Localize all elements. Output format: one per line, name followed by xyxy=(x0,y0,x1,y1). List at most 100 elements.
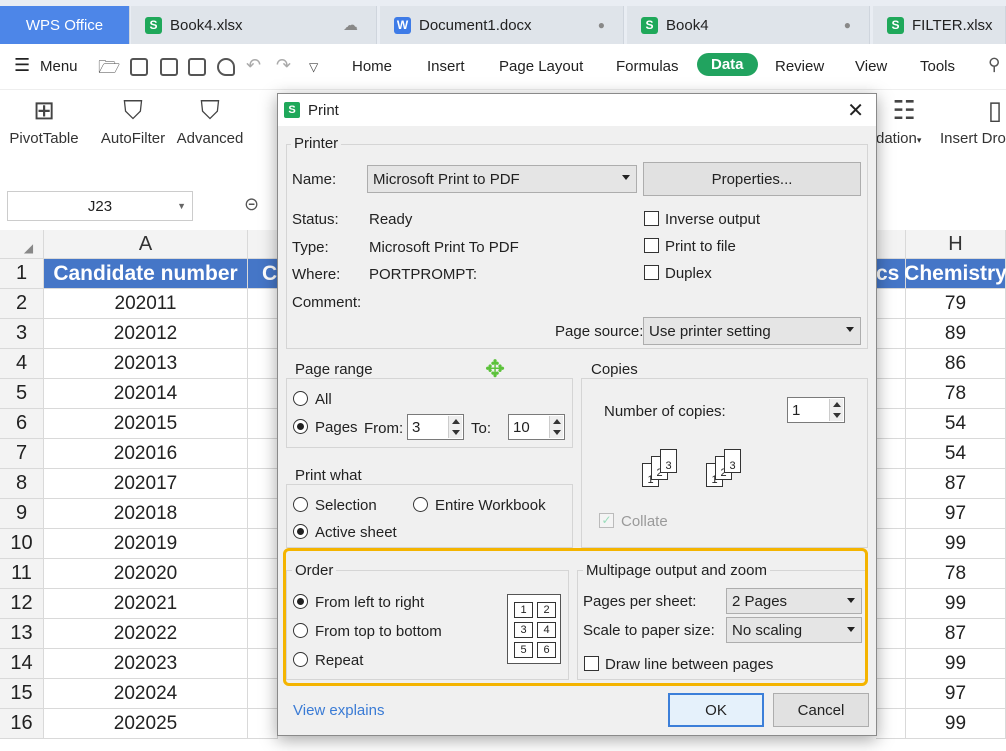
table-cell[interactable] xyxy=(248,409,278,439)
candidate-number-cell[interactable]: 202019 xyxy=(44,529,248,559)
menu-tools[interactable]: Tools xyxy=(920,58,955,75)
print-to-file-checkbox[interactable] xyxy=(644,238,659,253)
table-cell[interactable] xyxy=(248,349,278,379)
table-cell[interactable] xyxy=(876,709,906,739)
table-cell[interactable] xyxy=(876,499,906,529)
row-header[interactable]: 6 xyxy=(0,409,44,439)
row-header[interactable]: 14 xyxy=(0,649,44,679)
table-cell[interactable] xyxy=(876,649,906,679)
table-cell[interactable] xyxy=(248,559,278,589)
insert-dropdown-button[interactable]: ▯ Insert Dro xyxy=(940,90,1006,147)
table-cell[interactable] xyxy=(248,319,278,349)
table-cell[interactable] xyxy=(248,439,278,469)
column-header-h[interactable]: H xyxy=(906,230,1006,259)
tab-book4-xlsx[interactable]: S Book4.xlsx ☁ xyxy=(131,6,377,44)
candidate-number-cell[interactable]: 202011 xyxy=(44,289,248,319)
entire-workbook-label[interactable]: Entire Workbook xyxy=(435,497,546,514)
zoom-icon[interactable]: ⊝ xyxy=(244,194,259,215)
selection-radio[interactable] xyxy=(293,497,308,512)
save-icon[interactable] xyxy=(130,58,148,76)
chemistry-cell[interactable]: 99 xyxy=(906,589,1006,619)
print-to-file-label[interactable]: Print to file xyxy=(665,238,736,255)
menu-home[interactable]: Home xyxy=(352,58,392,75)
table-cell[interactable] xyxy=(248,649,278,679)
spinner-arrows-icon[interactable] xyxy=(448,416,462,438)
chemistry-cell[interactable]: 54 xyxy=(906,439,1006,469)
menu-formulas[interactable]: Formulas xyxy=(616,58,679,75)
chemistry-cell[interactable]: 99 xyxy=(906,529,1006,559)
chemistry-cell[interactable]: 87 xyxy=(906,619,1006,649)
redo-icon[interactable]: ↷ xyxy=(276,55,291,76)
candidate-number-cell[interactable]: 202012 xyxy=(44,319,248,349)
to-page-spinner[interactable]: 10 xyxy=(508,414,565,440)
tab-wps-office[interactable]: WPS Office xyxy=(0,6,130,44)
range-all-label[interactable]: All xyxy=(315,391,332,408)
table-cell[interactable] xyxy=(876,559,906,589)
row-header[interactable]: 2 xyxy=(0,289,44,319)
range-pages-radio[interactable] xyxy=(293,419,308,434)
column-header-b[interactable] xyxy=(248,230,278,259)
collate-checkbox[interactable]: ✓ xyxy=(599,513,614,528)
table-cell[interactable] xyxy=(248,289,278,319)
open-folder-icon[interactable]: 🗁 xyxy=(98,55,120,85)
menu-button[interactable]: Menu xyxy=(40,58,78,75)
candidate-number-cell[interactable]: 202015 xyxy=(44,409,248,439)
tab-filter-xlsx[interactable]: S FILTER.xlsx xyxy=(873,6,1006,44)
table-cell[interactable] xyxy=(876,439,906,469)
menu-view[interactable]: View xyxy=(855,58,887,75)
candidate-number-cell[interactable]: 202018 xyxy=(44,499,248,529)
select-all-corner[interactable]: ◢ xyxy=(0,230,44,259)
header-cell-partial[interactable]: cs xyxy=(876,259,906,289)
menu-page-layout[interactable]: Page Layout xyxy=(499,58,583,75)
close-icon[interactable]: ✕ xyxy=(847,98,864,123)
spinner-arrows-icon[interactable] xyxy=(829,399,843,421)
autofilter-button[interactable]: ⛉ AutoFilter xyxy=(98,90,168,147)
view-explains-link[interactable]: View explains xyxy=(293,702,384,719)
table-cell[interactable] xyxy=(876,469,906,499)
advanced-filter-button[interactable]: ⛉ Advanced xyxy=(176,90,244,147)
row-header[interactable]: 12 xyxy=(0,589,44,619)
candidate-number-cell[interactable]: 202024 xyxy=(44,679,248,709)
selection-label[interactable]: Selection xyxy=(315,497,377,514)
table-cell[interactable] xyxy=(248,529,278,559)
export-pdf-icon[interactable] xyxy=(160,58,178,76)
table-cell[interactable] xyxy=(248,499,278,529)
search-icon[interactable]: ⚲ xyxy=(988,55,1000,75)
candidate-number-cell[interactable]: 202020 xyxy=(44,559,248,589)
table-cell[interactable] xyxy=(876,379,906,409)
name-box[interactable]: J23 ▼ xyxy=(7,191,193,221)
chemistry-cell[interactable]: 99 xyxy=(906,649,1006,679)
row-header[interactable]: 4 xyxy=(0,349,44,379)
print-preview-icon[interactable] xyxy=(217,58,235,76)
tab-document1-docx[interactable]: W Document1.docx ● xyxy=(380,6,624,44)
table-cell[interactable] xyxy=(876,619,906,649)
chemistry-cell[interactable]: 79 xyxy=(906,289,1006,319)
row-header[interactable]: 16 xyxy=(0,709,44,739)
active-sheet-label[interactable]: Active sheet xyxy=(315,524,397,541)
pivottable-button[interactable]: ⊞ PivotTable xyxy=(8,90,80,147)
candidate-number-cell[interactable]: 202021 xyxy=(44,589,248,619)
table-cell[interactable] xyxy=(248,709,278,739)
candidate-number-cell[interactable]: 202022 xyxy=(44,619,248,649)
chemistry-cell[interactable]: 87 xyxy=(906,469,1006,499)
row-header[interactable]: 15 xyxy=(0,679,44,709)
candidate-number-cell[interactable]: 202013 xyxy=(44,349,248,379)
copies-spinner[interactable]: 1 xyxy=(787,397,845,423)
chemistry-cell[interactable]: 89 xyxy=(906,319,1006,349)
customize-toolbar-icon[interactable]: ▽ xyxy=(309,60,318,74)
header-cell-chemistry[interactable]: Chemistry xyxy=(904,259,1006,289)
table-cell[interactable] xyxy=(876,349,906,379)
inverse-output-label[interactable]: Inverse output xyxy=(665,211,760,228)
header-cell-candidate-number[interactable]: Candidate number xyxy=(44,259,248,289)
row-header[interactable]: 9 xyxy=(0,499,44,529)
ok-button[interactable]: OK xyxy=(668,693,764,727)
row-header[interactable]: 1 xyxy=(0,259,44,289)
duplex-label[interactable]: Duplex xyxy=(665,265,712,282)
candidate-number-cell[interactable]: 202025 xyxy=(44,709,248,739)
header-cell-partial[interactable]: C xyxy=(248,259,278,289)
table-cell[interactable] xyxy=(876,289,906,319)
table-cell[interactable] xyxy=(876,679,906,709)
validation-button[interactable]: ☷ dation▾ xyxy=(876,90,932,147)
tab-book4[interactable]: S Book4 ● xyxy=(627,6,870,44)
row-header[interactable]: 10 xyxy=(0,529,44,559)
